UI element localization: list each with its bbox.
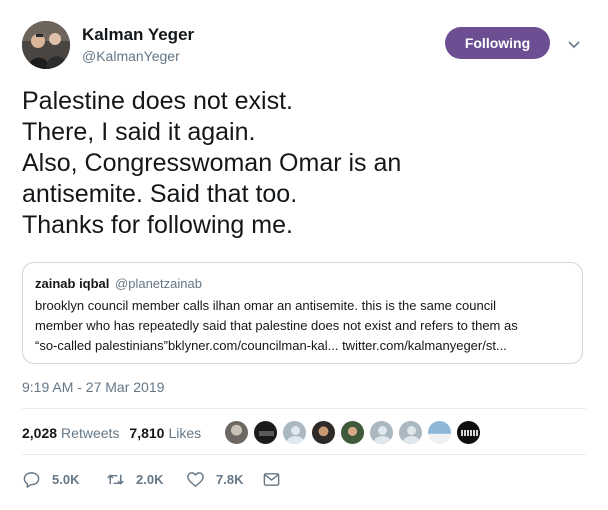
quoted-display-name: zainab iqbal (35, 276, 110, 291)
liker-avatar[interactable] (253, 420, 278, 445)
retweet-count: 2.0K (136, 471, 164, 487)
avatar-photo-icon (22, 21, 70, 69)
tweet-line: Also, Congresswoman Omar is an (22, 149, 402, 177)
tweet-line: There, I said it again. (22, 118, 256, 146)
heart-icon (187, 471, 204, 487)
quoted-line: member who has repeatedly said that pale… (35, 318, 518, 333)
liker-avatar[interactable] (398, 420, 423, 445)
envelope-icon (263, 472, 280, 486)
author-display-name[interactable]: Kalman Yeger (82, 25, 194, 45)
following-button[interactable]: Following (445, 27, 550, 59)
quoted-tweet-header: zainab iqbal @planetzainab (35, 275, 570, 292)
direct-message-button[interactable] (262, 469, 281, 489)
author-avatar[interactable] (22, 21, 70, 69)
liker-avatar[interactable] (456, 420, 481, 445)
quoted-tweet[interactable]: zainab iqbal @planetzainab brooklyn coun… (22, 262, 583, 364)
liker-avatar[interactable] (369, 420, 394, 445)
likes-label: Likes (168, 425, 202, 441)
quoted-handle: @planetzainab (115, 276, 202, 291)
tweet-line: Palestine does not exist. (22, 87, 293, 115)
likes-count: 7,810 (129, 425, 165, 441)
like-count: 7.8K (216, 471, 244, 487)
liker-avatar[interactable] (224, 420, 249, 445)
chevron-down-icon[interactable] (566, 36, 582, 52)
quoted-line: brooklyn council member calls ilhan omar… (35, 298, 496, 313)
tweet-line: Thanks for following me. (22, 211, 293, 239)
tweet-card: Kalman Yeger @KalmanYeger Following Pale… (0, 0, 608, 510)
retweets-count: 2,028 (22, 425, 58, 441)
likes-stat[interactable]: 7,810 Likes (129, 425, 201, 441)
reply-count: 5.0K (52, 471, 80, 487)
reply-icon (23, 471, 40, 488)
retweets-label: Retweets (61, 425, 120, 441)
reply-button[interactable]: 5.0K (22, 469, 79, 489)
divider (22, 408, 586, 409)
retweet-button[interactable]: 2.0K (106, 469, 163, 489)
author-handle[interactable]: @KalmanYeger (82, 48, 180, 64)
liker-avatar[interactable] (340, 420, 365, 445)
retweets-stat[interactable]: 2,028 Retweets (22, 425, 119, 441)
quoted-tweet-text: brooklyn council member calls ilhan omar… (35, 296, 570, 356)
divider (22, 454, 586, 455)
tweet-text: Palestine does not exist. There, I said … (22, 86, 592, 241)
tweet-line: antisemite. Said that too. (22, 180, 298, 208)
like-button[interactable]: 7.8K (186, 469, 243, 489)
retweet-icon (107, 473, 124, 485)
quoted-line: “so-called palestinians”bklyner.com/coun… (35, 338, 507, 353)
tweet-stats: 2,028 Retweets 7,810 Likes (22, 425, 201, 441)
tweet-timestamp[interactable]: 9:19 AM - 27 Mar 2019 (22, 379, 164, 395)
tweet-actions: 5.0K 2.0K 7.8K (22, 469, 322, 489)
liker-avatar[interactable] (427, 420, 452, 445)
liker-avatar[interactable] (311, 420, 336, 445)
liker-avatar[interactable] (282, 420, 307, 445)
